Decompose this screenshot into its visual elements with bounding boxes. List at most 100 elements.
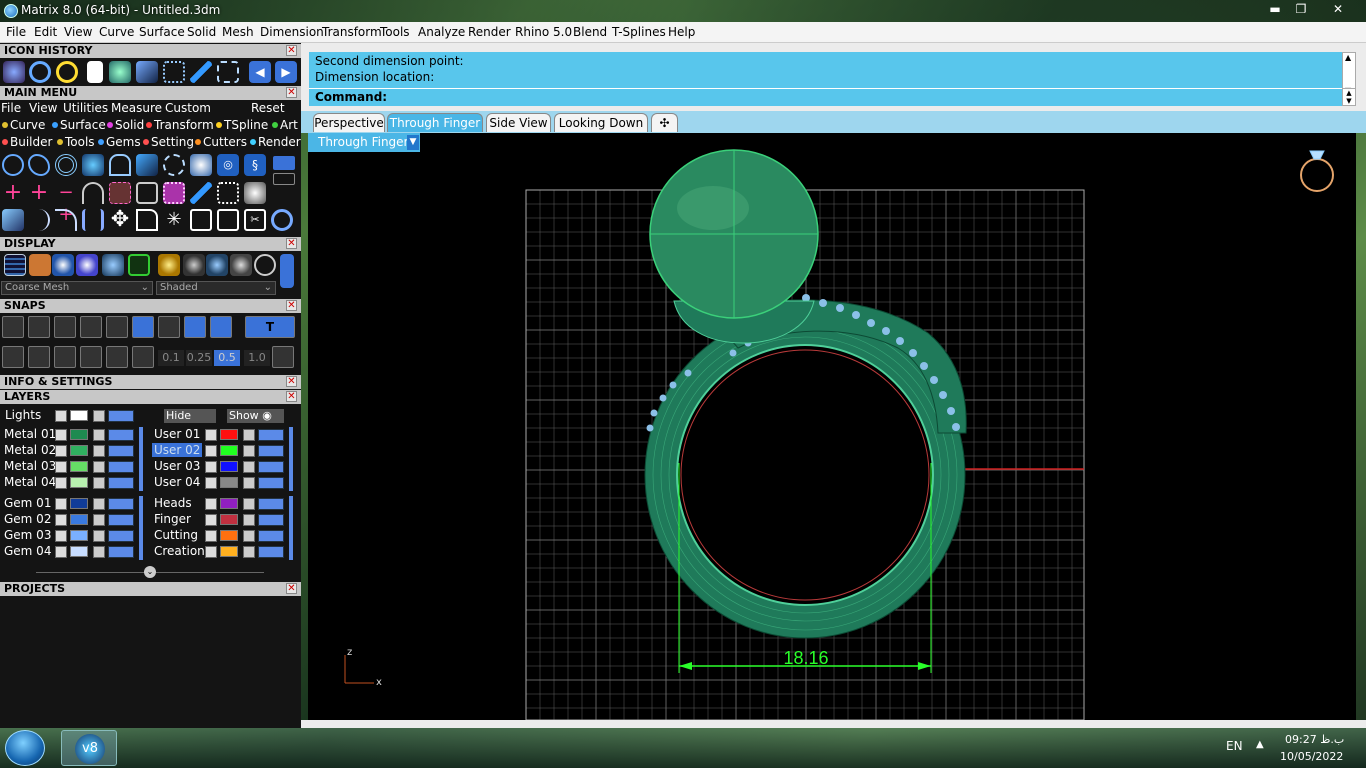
crosshair-icon[interactable] — [272, 346, 294, 368]
forward-arrow-icon[interactable]: ▶ — [275, 61, 297, 83]
snap-end-icon[interactable] — [2, 316, 24, 338]
move-icon[interactable]: ✥ — [109, 209, 131, 231]
layer-color-swatch[interactable] — [220, 530, 238, 541]
new-document-icon[interactable] — [87, 61, 103, 83]
ring-icon[interactable] — [29, 61, 51, 83]
layer-name[interactable]: Creation — [154, 544, 205, 558]
tray-arrow-icon[interactable]: ▲ — [1256, 739, 1264, 750]
show-button[interactable]: Show ◉ — [227, 409, 284, 423]
menu-transform[interactable]: Transform — [322, 25, 382, 39]
lock-icon[interactable] — [93, 498, 105, 510]
cat-cutters[interactable]: Cutters — [195, 135, 247, 149]
snap-perp-icon[interactable] — [158, 316, 180, 338]
viewport-label[interactable]: Through Finger — [308, 133, 420, 152]
snap-value[interactable]: 0.25 — [186, 350, 212, 366]
minus-plus-icon[interactable]: −+ — [55, 182, 77, 225]
grid-cross-icon[interactable] — [217, 182, 239, 204]
layer-color-swatch[interactable] — [70, 461, 88, 472]
menu-surface[interactable]: Surface — [139, 25, 185, 39]
menu-view[interactable]: View — [64, 25, 92, 39]
add-tab-icon[interactable]: ✣ — [651, 113, 678, 132]
cone-icon[interactable] — [136, 154, 158, 176]
circle-gold-icon[interactable] — [56, 61, 78, 83]
light-swatch[interactable] — [70, 410, 88, 421]
menu-help[interactable]: Help — [668, 25, 695, 39]
cat-art[interactable]: Art — [272, 118, 298, 132]
layer-name[interactable]: User 04 — [154, 475, 200, 489]
expand-arrow-icon[interactable] — [55, 461, 67, 473]
gold-sphere-icon[interactable] — [158, 254, 180, 276]
display-header[interactable]: DISPLAY ✕ — [0, 237, 301, 251]
snap-quad-icon[interactable] — [210, 316, 232, 338]
oval-setting-icon[interactable]: ◎ — [217, 154, 239, 176]
mm-view[interactable]: View — [29, 101, 57, 115]
bulb-icon[interactable] — [108, 461, 134, 473]
bulb-icon[interactable] — [258, 530, 284, 542]
restore-button[interactable]: ❐ — [1288, 0, 1314, 18]
lock-icon[interactable] — [93, 461, 105, 473]
lock-icon[interactable] — [243, 429, 255, 441]
trim-icon[interactable] — [136, 209, 158, 231]
silver-sphere-icon[interactable] — [183, 254, 205, 276]
snaps-header[interactable]: SNAPS ✕ — [0, 299, 301, 313]
lock-icon[interactable] — [243, 445, 255, 457]
glass-sphere-icon[interactable] — [206, 254, 228, 276]
tab-looking-down[interactable]: Looking Down — [554, 113, 648, 132]
ortho-icon[interactable]: T — [245, 316, 295, 338]
command-input[interactable]: Command: — [309, 88, 1342, 106]
menu-analyze[interactable]: Analyze — [418, 25, 465, 39]
bulb-icon[interactable] — [108, 429, 134, 441]
close-icon[interactable]: ✕ — [286, 583, 297, 594]
bulb-icon[interactable] — [258, 445, 284, 457]
layer-color-swatch[interactable] — [70, 514, 88, 525]
menu-mesh[interactable]: Mesh — [222, 25, 254, 39]
expand-icon[interactable] — [273, 156, 295, 170]
layer-name[interactable]: Metal 04 — [4, 475, 56, 489]
cat-curve[interactable]: Curve — [2, 118, 45, 132]
menu-file[interactable]: File — [6, 25, 26, 39]
main-menu-header[interactable]: MAIN MENU ✕ — [0, 86, 301, 100]
layer-color-swatch[interactable] — [70, 429, 88, 440]
bulb-icon[interactable] — [258, 498, 284, 510]
icon-history-header[interactable]: ICON HISTORY ✕ — [0, 44, 301, 58]
layer-color-swatch[interactable] — [70, 477, 88, 488]
bulb-icon[interactable] — [108, 546, 134, 558]
viewport-dropdown-icon[interactable]: ▼ — [407, 135, 419, 150]
close-icon[interactable]: ✕ — [286, 87, 297, 98]
collapse-chevron-icon[interactable]: ⌄ — [144, 566, 156, 578]
language-indicator[interactable]: EN — [1226, 739, 1243, 753]
pave-icon[interactable] — [163, 154, 185, 176]
back-arrow-icon[interactable]: ◀ — [249, 61, 271, 83]
bulb-icon[interactable] — [258, 546, 284, 558]
display-bar-icon[interactable] — [280, 254, 294, 288]
expand-arrow-icon[interactable] — [205, 477, 217, 489]
command-spinner[interactable]: ▲ ▼ — [1342, 88, 1356, 106]
ring-profile-icon[interactable] — [55, 154, 77, 176]
lock-icon[interactable] — [93, 514, 105, 526]
hide-button[interactable]: Hide — [164, 409, 216, 423]
cone-icon[interactable] — [136, 61, 158, 83]
layer-color-swatch[interactable] — [220, 461, 238, 472]
expand-arrow-icon[interactable] — [55, 530, 67, 542]
cube-icon[interactable] — [28, 346, 50, 368]
lock-icon[interactable] — [243, 461, 255, 473]
mm-reset[interactable]: Reset — [251, 101, 285, 115]
scroll-up-icon[interactable]: ▲ — [1345, 53, 1351, 62]
start-button[interactable] — [5, 730, 45, 766]
boxes-icon[interactable] — [2, 209, 24, 231]
snap-int-icon[interactable] — [132, 316, 154, 338]
bulb-icon[interactable] — [108, 445, 134, 457]
layer-name[interactable]: Gem 03 — [4, 528, 51, 542]
layer-color-swatch[interactable] — [70, 530, 88, 541]
plus-icon[interactable]: + — [2, 182, 24, 204]
lock-icon[interactable] — [243, 477, 255, 489]
spring-icon[interactable]: § — [244, 154, 266, 176]
viewport[interactable]: 18.16 z x Through Finger ▼ — [308, 133, 1356, 720]
bulb-icon[interactable] — [108, 530, 134, 542]
tab-side-view[interactable]: Side View — [486, 113, 551, 132]
tab-through-finger[interactable]: Through Finger — [387, 113, 483, 132]
expand-arrow-icon[interactable] — [205, 429, 217, 441]
plus-icon[interactable]: + — [28, 182, 50, 204]
circle-icon[interactable] — [2, 154, 24, 176]
layer-color-swatch[interactable] — [220, 546, 238, 557]
